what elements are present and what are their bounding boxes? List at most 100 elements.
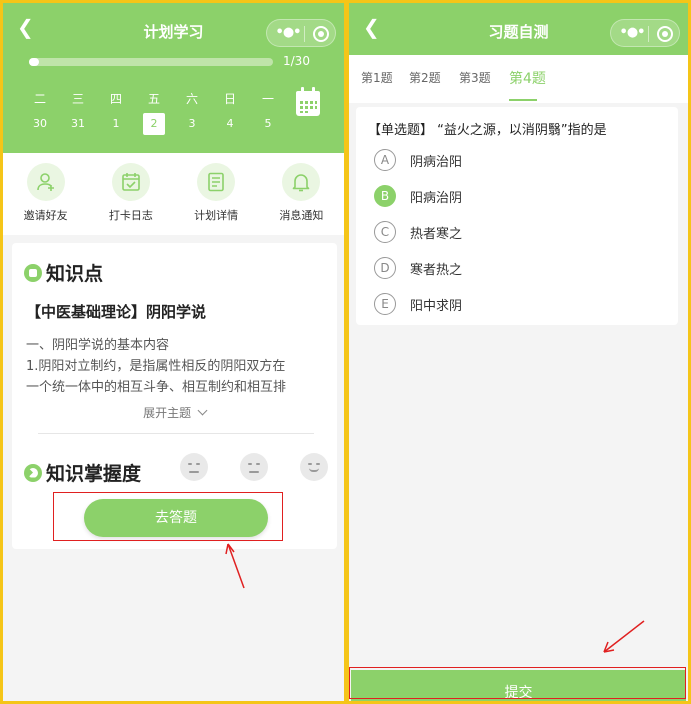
menu-label: 打卡日志 [108, 209, 153, 222]
more-icon[interactable]: •●• [275, 26, 302, 40]
question-text: 【单选题】 “益火之源，以消阴翳”指的是 [368, 123, 607, 138]
menu-label: 邀请好友 [23, 209, 68, 222]
checkin-calendar-icon [122, 173, 140, 191]
weekday-label: 二 [33, 92, 46, 106]
option-b[interactable]: B 阳病治阴 [374, 185, 462, 207]
tab-question-3[interactable]: 第3题 [459, 69, 491, 86]
add-user-icon [36, 173, 54, 191]
mini-program-capsule: •●• [610, 19, 680, 47]
plan-study-screen: ❮ 计划学习 •●• 1/30 二 30 三 31 四 1 五 2 六 3 日 4 一 5 [3, 3, 344, 701]
plan-menu: 邀请好友 打卡日志 计划详情 消息通知 [3, 153, 344, 235]
knowledge-subtitle: 【中医基础理论】阴阳学说 [26, 303, 207, 321]
pie-chart-icon [24, 463, 42, 482]
neutral-face-icon[interactable] [240, 453, 268, 481]
option-c[interactable]: C 热者寒之 [374, 221, 462, 243]
tab-question-1[interactable]: 第1题 [361, 69, 393, 86]
week-day-column[interactable]: 日4 [211, 89, 249, 135]
screenshot-stage: ❮ 计划学习 •●• 1/30 二 30 三 31 四 1 五 2 六 3 日 4 一 5 [0, 0, 691, 704]
close-target-icon[interactable] [657, 26, 673, 42]
highlight-box-go-button [53, 492, 283, 541]
option-a[interactable]: A 阴病治阳 [374, 149, 462, 171]
highlight-box-submit-button [349, 667, 686, 699]
date-number: 31 [71, 117, 85, 130]
week-day-column[interactable]: 一5 [249, 89, 287, 135]
option-letter-selected: B [374, 185, 396, 207]
active-tab-indicator [509, 99, 537, 101]
mastery-title: 知识掌握度 [46, 463, 142, 485]
question-tabs: 第1题 第2题 第3题 第4题 [349, 55, 688, 103]
close-target-icon[interactable] [313, 26, 329, 42]
section-divider [38, 433, 314, 434]
top-bar: ❮ 计划学习 •●• [3, 3, 344, 55]
week-day-column[interactable]: 四1 [97, 89, 135, 135]
annotation-arrow-icon [225, 543, 245, 589]
option-letter: E [374, 293, 396, 315]
date-selected: 2 [143, 113, 165, 135]
mastery-rating [180, 453, 328, 481]
knowledge-line: 一个统一体中的相互斗争、相互制约和相互排 [26, 380, 287, 395]
plan-progress-label: 1/30 [283, 54, 310, 68]
weekday-label: 日 [223, 92, 236, 106]
option-letter: A [374, 149, 396, 171]
more-icon[interactable]: •●• [619, 26, 646, 40]
plan-progress-fill [29, 58, 39, 66]
exercise-screen: ❮ 习题自测 •●• 第1题 第2题 第3题 第4题 【单选题】 “益火之源，以… [349, 3, 688, 701]
menu-checkin-log[interactable]: 打卡日志 [88, 153, 173, 235]
knowledge-title: 知识点 [46, 263, 104, 285]
option-text: 阳中求阴 [410, 298, 463, 314]
weekday-label: 一 [261, 92, 274, 106]
tab-question-4[interactable]: 第4题 [509, 68, 546, 88]
happy-face-icon[interactable] [300, 453, 328, 481]
top-bar: ❮ 习题自测 •●• [349, 3, 688, 55]
tab-question-2[interactable]: 第2题 [409, 69, 441, 86]
week-day-column[interactable]: 五2 [135, 89, 173, 135]
menu-label: 计划详情 [194, 209, 239, 222]
plan-progress-bar [29, 58, 273, 66]
weekday-label: 三 [71, 92, 84, 106]
date-number: 3 [188, 117, 196, 130]
bell-icon [293, 174, 310, 192]
calendar-icon[interactable] [295, 87, 321, 117]
option-d[interactable]: D 寒者热之 [374, 257, 462, 279]
option-letter: D [374, 257, 396, 279]
menu-icon-bg [111, 163, 150, 201]
week-day-column[interactable]: 二 30 [21, 89, 59, 135]
knowledge-line: 1.阴阳对立制约，是指属性相反的阴阳双方在 [26, 359, 286, 374]
capsule-divider [304, 26, 305, 42]
option-text: 阴病治阳 [410, 154, 463, 170]
week-day-column[interactable]: 六3 [173, 89, 211, 135]
weekday-label: 五 [147, 92, 160, 106]
option-e[interactable]: E 阳中求阴 [374, 293, 462, 315]
week-day-column[interactable]: 三 31 [59, 89, 97, 135]
chevron-down-icon [197, 405, 208, 416]
expand-label: 展开主题 [143, 406, 192, 420]
capsule-divider [648, 26, 649, 42]
weekday-label: 六 [185, 92, 198, 106]
date-number: 5 [264, 117, 272, 130]
knowledge-line: 一、阴阳学说的基本内容 [26, 338, 170, 353]
question-card: 【单选题】 “益火之源，以消阴翳”指的是 A 阴病治阳 B 阳病治阴 C 热者寒… [356, 107, 678, 325]
sad-face-icon[interactable] [180, 453, 208, 481]
option-letter: C [374, 221, 396, 243]
option-text: 热者寒之 [410, 226, 463, 242]
option-text: 寒者热之 [410, 262, 463, 278]
date-number: 30 [33, 117, 47, 130]
menu-notifications[interactable]: 消息通知 [259, 153, 344, 235]
mini-program-capsule: •●• [266, 19, 336, 47]
knowledge-heading: 知识点 [24, 259, 103, 286]
menu-invite-friends[interactable]: 邀请好友 [3, 153, 88, 235]
annotation-arrow-icon [603, 620, 645, 653]
date-number: 4 [226, 117, 234, 130]
menu-plan-details[interactable]: 计划详情 [174, 153, 259, 235]
document-icon [208, 172, 224, 192]
date-number: 1 [112, 117, 120, 130]
menu-icon-bg [282, 163, 321, 201]
menu-icon-bg [197, 163, 236, 201]
menu-icon-bg [26, 163, 65, 201]
menu-label: 消息通知 [279, 209, 324, 222]
knowledge-content: 一、阴阳学说的基本内容 1.阴阳对立制约，是指属性相反的阴阳双方在 一个统一体中… [26, 335, 326, 398]
week-strip: 二 30 三 31 四 1 五 2 六 3 日 4 一 5 [21, 89, 287, 135]
knowledge-icon [24, 263, 42, 282]
expand-topic-link[interactable]: 展开主题 [12, 404, 337, 421]
option-text: 阳病治阴 [410, 190, 463, 206]
